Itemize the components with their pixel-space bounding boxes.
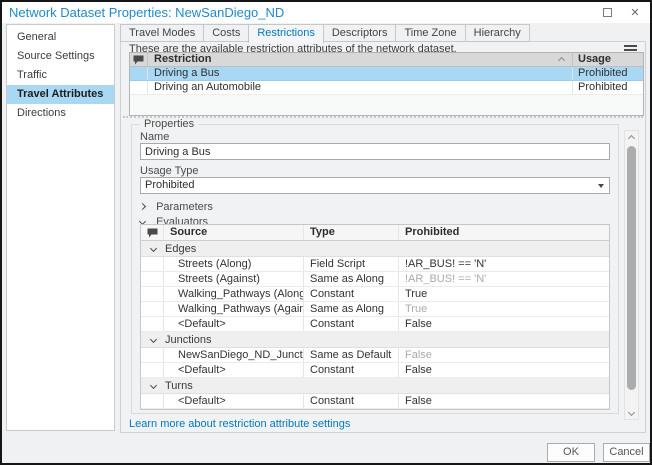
group-row-edges[interactable]: Edges	[141, 241, 609, 257]
ok-button[interactable]: OK	[547, 443, 595, 462]
group-row-junctions[interactable]: Junctions	[141, 332, 609, 348]
table-row-driving-an-automobile[interactable]: Driving an Automobile Prohibited	[130, 81, 643, 95]
settings-sidebar: General Source Settings Traffic Travel A…	[6, 24, 115, 431]
cancel-button[interactable]: Cancel	[603, 443, 650, 462]
chevron-down-icon	[627, 408, 636, 416]
group-row-turns[interactable]: Turns	[141, 378, 609, 394]
scrollbar-thumb[interactable]	[627, 146, 636, 390]
sort-ascending-icon	[557, 56, 566, 65]
source-column-header[interactable]: Source	[163, 225, 303, 240]
sidebar-item-traffic[interactable]: Traffic	[7, 66, 114, 85]
sidebar-item-directions[interactable]: Directions	[7, 104, 114, 123]
evaluators-table-header: Source Type Prohibited	[141, 225, 609, 241]
parameters-section-toggle[interactable]: Parameters	[138, 201, 213, 213]
evaluators-table: Source Type Prohibited Edges Streets (Al…	[140, 224, 610, 410]
evaluator-row[interactable]: Streets (Along) Field Script !AR_BUS! ==…	[141, 257, 609, 272]
name-label: Name	[140, 131, 170, 143]
evaluator-column-icon	[130, 53, 148, 66]
evaluator-column-icon	[141, 225, 163, 240]
maximize-icon	[602, 8, 612, 17]
maximize-button[interactable]	[598, 4, 616, 21]
tab-time-zone[interactable]: Time Zone	[395, 24, 466, 42]
dialog-title: Network Dataset Properties: NewSanDiego_…	[9, 5, 285, 20]
name-field[interactable]	[140, 143, 610, 160]
usage-type-dropdown[interactable]: Prohibited	[140, 177, 610, 194]
restrictions-table-header: Restriction Usage	[130, 53, 643, 67]
groupbox-legend: Properties	[140, 118, 199, 130]
chevron-down-icon	[149, 244, 158, 253]
chevron-down-icon	[149, 381, 158, 390]
tab-descriptors[interactable]: Descriptors	[322, 24, 397, 42]
evaluator-row[interactable]: <Default> Constant False	[141, 363, 609, 378]
restriction-column-header[interactable]: Restriction	[148, 53, 572, 66]
evaluator-row[interactable]: <Default> Constant False	[141, 394, 609, 409]
close-button[interactable]: ✕	[626, 4, 644, 21]
tab-hierarchy[interactable]: Hierarchy	[464, 24, 530, 42]
sidebar-item-travel-attributes[interactable]: Travel Attributes	[7, 85, 114, 104]
network-dataset-properties-dialog: Network Dataset Properties: NewSanDiego_…	[0, 0, 652, 465]
sidebar-item-general[interactable]: General	[7, 28, 114, 47]
restriction-usage: Prohibited	[572, 67, 643, 80]
restriction-name: Driving a Bus	[154, 67, 220, 79]
tab-costs[interactable]: Costs	[203, 24, 250, 42]
evaluator-row[interactable]: Walking_Pathways (Against) Same as Along…	[141, 302, 609, 317]
scroll-down-button[interactable]	[625, 405, 638, 419]
tab-restrictions[interactable]: Restrictions	[248, 24, 324, 43]
tab-travel-modes[interactable]: Travel Modes	[120, 24, 205, 42]
dropdown-arrow-icon	[598, 184, 604, 188]
close-icon: ✕	[630, 7, 640, 19]
properties-groupbox: Properties Name Usage Type Prohibited Pa…	[131, 118, 619, 414]
chevron-down-icon	[149, 335, 158, 344]
chevron-right-icon	[138, 202, 147, 211]
evaluator-row[interactable]: Streets (Against) Same as Along !AR_BUS!…	[141, 272, 609, 287]
splitter-handle[interactable]	[123, 116, 643, 119]
scroll-up-button[interactable]	[625, 131, 638, 145]
evaluator-row[interactable]: <Default> Constant False	[141, 317, 609, 332]
sidebar-item-source-settings[interactable]: Source Settings	[7, 47, 114, 66]
chevron-up-icon	[627, 134, 636, 142]
usage-column-header[interactable]: Usage	[572, 53, 643, 66]
type-column-header[interactable]: Type	[303, 225, 398, 240]
restrictions-page: These are the available restriction attr…	[120, 41, 646, 433]
title-bar: Network Dataset Properties: NewSanDiego_…	[2, 2, 650, 23]
restrictions-table: Restriction Usage Driving a Bus Prohibit…	[129, 52, 644, 116]
restriction-name: Driving an Automobile	[154, 81, 262, 93]
evaluator-row[interactable]: Walking_Pathways (Along) Constant True	[141, 287, 609, 302]
learn-more-link[interactable]: Learn more about restriction attribute s…	[129, 418, 350, 430]
value-column-header[interactable]: Prohibited	[398, 225, 609, 240]
vertical-scrollbar[interactable]	[624, 130, 639, 420]
usage-type-label: Usage Type	[140, 165, 199, 177]
tab-strip: Travel Modes Costs Restrictions Descript…	[120, 24, 530, 43]
table-row-driving-a-bus[interactable]: Driving a Bus Prohibited	[130, 67, 643, 81]
restriction-usage: Prohibited	[572, 81, 643, 94]
evaluator-row[interactable]: NewSanDiego_ND_Junctions Same as Default…	[141, 348, 609, 363]
